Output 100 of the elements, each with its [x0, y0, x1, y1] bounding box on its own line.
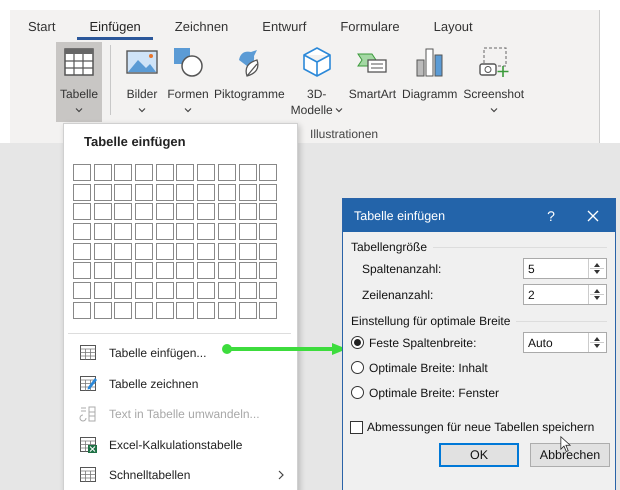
ribbon-button[interactable]: Piktogramme [211, 42, 288, 122]
width-spinner[interactable]: Auto [523, 332, 607, 353]
table-grid-cell[interactable] [114, 203, 132, 220]
ribbon-tab[interactable]: Entwurf [250, 10, 318, 40]
ribbon-button[interactable]: Bilder [119, 42, 165, 122]
table-grid-cell[interactable] [135, 302, 154, 319]
table-grid-cell[interactable] [73, 262, 91, 280]
table-grid-cell[interactable] [94, 262, 112, 280]
table-grid-cell[interactable] [197, 203, 216, 220]
table-grid-cell[interactable] [156, 262, 174, 280]
table-grid-cell[interactable] [218, 223, 236, 240]
table-grid-cell[interactable] [176, 184, 194, 201]
table-grid-cell[interactable] [176, 203, 194, 220]
menu-item[interactable]: Tabelle zeichnen [64, 368, 202, 399]
table-grid-cell[interactable] [218, 184, 236, 201]
table-grid-cell[interactable] [259, 242, 278, 260]
table-grid-cell[interactable] [176, 282, 194, 300]
table-grid-cell[interactable] [259, 302, 278, 319]
table-grid-cell[interactable] [259, 262, 278, 280]
table-grid-cell[interactable] [176, 164, 194, 181]
table-grid-cell[interactable] [238, 282, 256, 300]
table-grid-cell[interactable] [73, 203, 91, 220]
table-grid-cell[interactable] [197, 262, 216, 280]
table-grid-cell[interactable] [94, 164, 112, 181]
menu-item[interactable]: Tabelle einfügen... [64, 338, 210, 368]
number-spinner[interactable]: 2 [523, 284, 607, 305]
table-grid-cell[interactable] [156, 203, 174, 220]
table-grid-cell[interactable] [114, 282, 132, 300]
table-grid-cell[interactable] [114, 242, 132, 260]
ribbon-button[interactable]: 3D-Modelle [288, 42, 346, 122]
ribbon-button[interactable]: Screenshot [460, 42, 528, 122]
table-grid-cell[interactable] [218, 282, 236, 300]
table-grid-cell[interactable] [259, 223, 278, 240]
table-grid-cell[interactable] [94, 184, 112, 201]
table-grid-cell[interactable] [238, 184, 256, 201]
table-grid-cell[interactable] [218, 203, 236, 220]
table-grid-cell[interactable] [94, 242, 112, 260]
table-grid-cell[interactable] [135, 262, 154, 280]
table-grid-cell[interactable] [156, 184, 174, 201]
table-grid-cell[interactable] [135, 242, 154, 260]
table-grid-cell[interactable] [73, 282, 91, 300]
table-grid-cell[interactable] [114, 184, 132, 201]
table-grid-cell[interactable] [238, 242, 256, 260]
table-grid-cell[interactable] [238, 223, 256, 240]
menu-item[interactable]: Excel-Kalkulationstabelle [64, 429, 246, 460]
table-grid-cell[interactable] [73, 302, 91, 319]
help-button[interactable]: ? [531, 206, 571, 224]
table-grid-cell[interactable] [135, 203, 154, 220]
table-grid-cell[interactable] [176, 302, 194, 319]
ribbon-button[interactable]: SmartArt [346, 42, 400, 122]
ribbon-tab[interactable]: Start [16, 10, 68, 40]
dialog-button[interactable]: OK [439, 443, 519, 467]
dialog-button[interactable]: Abbrechen [530, 443, 610, 467]
table-grid-cell[interactable] [218, 262, 236, 280]
table-grid-cell[interactable] [259, 184, 278, 201]
table-grid-cell[interactable] [135, 282, 154, 300]
table-grid-cell[interactable] [135, 223, 154, 240]
table-grid-cell[interactable] [156, 164, 174, 181]
ribbon-tab[interactable]: Zeichnen [162, 10, 240, 40]
table-grid-cell[interactable] [259, 203, 278, 220]
radio-option[interactable]: Feste Spaltenbreite: [351, 336, 476, 350]
table-grid-cell[interactable] [238, 262, 256, 280]
table-grid-cell[interactable] [238, 164, 256, 181]
table-grid-cell[interactable] [197, 164, 216, 181]
table-grid-cell[interactable] [238, 203, 256, 220]
table-grid-cell[interactable] [156, 282, 174, 300]
table-grid-cell[interactable] [94, 302, 112, 319]
table-grid-cell[interactable] [73, 184, 91, 201]
table-grid-cell[interactable] [73, 223, 91, 240]
table-grid-cell[interactable] [197, 302, 216, 319]
table-grid-cell[interactable] [114, 262, 132, 280]
ribbon-tab[interactable]: Layout [422, 10, 485, 40]
table-grid-cell[interactable] [218, 302, 236, 319]
table-grid-cell[interactable] [135, 184, 154, 201]
table-grid-cell[interactable] [259, 282, 278, 300]
table-grid-cell[interactable] [176, 262, 194, 280]
table-grid-cell[interactable] [114, 302, 132, 319]
number-spinner[interactable]: 5 [523, 258, 607, 279]
table-grid-cell[interactable] [238, 302, 256, 319]
table-grid-cell[interactable] [176, 242, 194, 260]
ribbon-button[interactable]: Formen [165, 42, 211, 122]
table-grid-cell[interactable] [135, 164, 154, 181]
table-grid-cell[interactable] [73, 164, 91, 181]
table-grid-cell[interactable] [94, 223, 112, 240]
table-grid-cell[interactable] [197, 282, 216, 300]
table-grid-cell[interactable] [218, 242, 236, 260]
ribbon-button[interactable]: Tabelle [56, 42, 102, 122]
radio-option[interactable]: Optimale Breite: Inhalt [351, 360, 488, 374]
table-grid-cell[interactable] [73, 242, 91, 260]
table-grid-cell[interactable] [114, 223, 132, 240]
table-grid-cell[interactable] [156, 302, 174, 319]
table-grid-cell[interactable] [197, 223, 216, 240]
table-grid-cell[interactable] [197, 184, 216, 201]
menu-item[interactable]: Schnelltabellen [64, 460, 297, 490]
table-grid-cell[interactable] [176, 223, 194, 240]
table-grid-cell[interactable] [114, 164, 132, 181]
ribbon-tab[interactable]: Formulare [328, 10, 412, 40]
table-grid-cell[interactable] [259, 164, 278, 181]
table-grid-cell[interactable] [94, 282, 112, 300]
table-grid-cell[interactable] [197, 242, 216, 260]
